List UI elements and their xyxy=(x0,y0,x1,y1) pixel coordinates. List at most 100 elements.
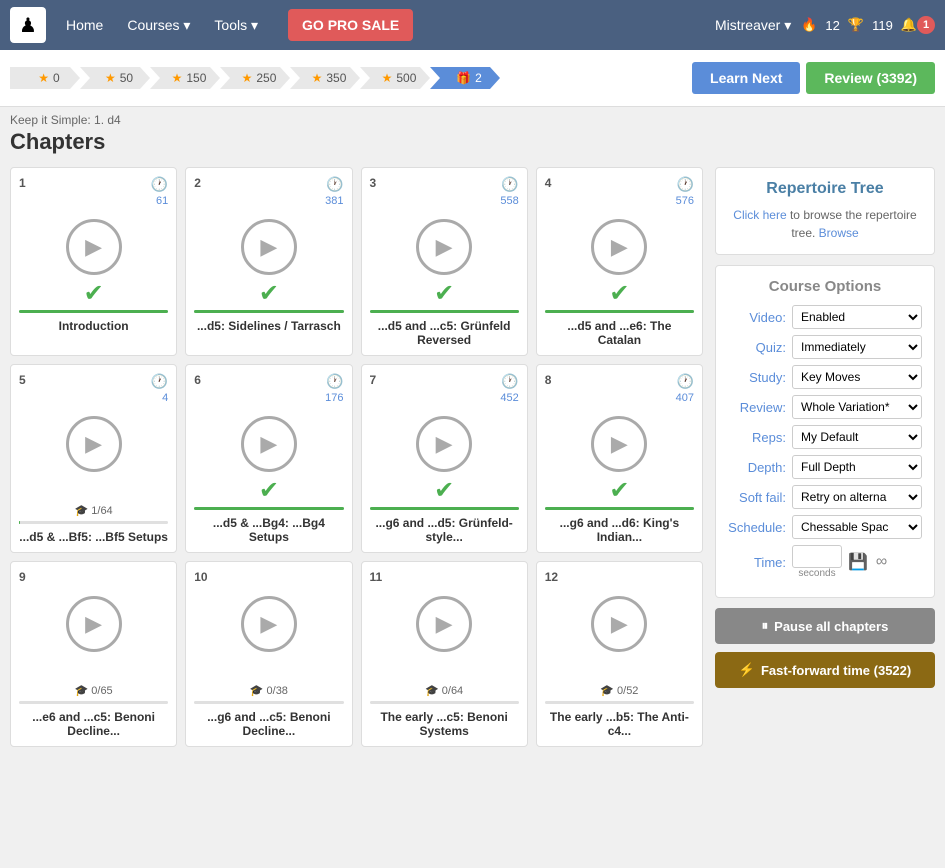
card-title-2: ...d5: Sidelines / Tarrasch xyxy=(197,319,341,333)
chapter-card-11[interactable]: 11 ▶ 🎓 0/64 The early ...c5: Benoni Syst… xyxy=(361,561,528,747)
nav-home[interactable]: Home xyxy=(56,11,113,40)
go-pro-button[interactable]: GO PRO SALE xyxy=(288,9,413,41)
quiz-select[interactable]: Immediately xyxy=(792,335,922,359)
nav-courses[interactable]: Courses ▾ xyxy=(117,11,200,40)
time-infinity-button[interactable]: ∞ xyxy=(874,551,889,573)
checkmark-2: ✔ xyxy=(259,279,279,308)
mortar-icon-11: 🎓 xyxy=(425,684,439,697)
clock-count-7: 452 xyxy=(500,392,518,404)
chapter-card-1[interactable]: 1 🕐61 ▶ ✔ Introduction xyxy=(10,167,177,356)
time-save-button[interactable]: 💾 xyxy=(846,550,870,574)
mortar-icon-10: 🎓 xyxy=(250,684,264,697)
learn-next-button[interactable]: Learn Next xyxy=(692,62,800,94)
soft-fail-label: Soft fail: xyxy=(728,490,786,505)
time-input[interactable]: 60 xyxy=(792,545,842,568)
clock-count-2: 381 xyxy=(325,195,343,207)
play-circle-8: ▶ xyxy=(591,416,647,472)
review-label: Review: xyxy=(728,400,786,415)
progress-bar-6 xyxy=(194,507,343,510)
clock-count-1: 61 xyxy=(156,195,168,207)
rep-tree-click-link[interactable]: Click here xyxy=(733,208,786,222)
card-num-1: 1 xyxy=(19,176,26,207)
ff-btn-label: Fast-forward time (3522) xyxy=(761,663,911,678)
chapter-card-8[interactable]: 8 🕐407 ▶ ✔ ...g6 and ...d6: King's India… xyxy=(536,364,703,553)
play-circle-1: ▶ xyxy=(66,219,122,275)
option-row-review: Review: Whole Variation* xyxy=(728,395,922,419)
depth-select[interactable]: Full Depth xyxy=(792,455,922,479)
logo: ♟ xyxy=(10,7,46,43)
chapter-card-7[interactable]: 7 🕐452 ▶ ✔ ...g6 and ...d5: Grünfeld-sty… xyxy=(361,364,528,553)
card-num-6: 6 xyxy=(194,373,201,404)
step-label-3: 250 xyxy=(256,71,276,85)
option-row-study: Study: Key Moves xyxy=(728,365,922,389)
chapter-card-4[interactable]: 4 🕐576 ▶ ✔ ...d5 and ...e6: The Catalan xyxy=(536,167,703,356)
course-options-title: Course Options xyxy=(728,278,922,295)
card-top-2: 2 🕐381 xyxy=(194,176,343,207)
card-num-10: 10 xyxy=(194,570,207,584)
chapter-card-2[interactable]: 2 🕐381 ▶ ✔ ...d5: Sidelines / Tarrasch xyxy=(185,167,352,356)
card-top-10: 10 xyxy=(194,570,343,584)
review-select[interactable]: Whole Variation* xyxy=(792,395,922,419)
progress-step-2[interactable]: ★150 xyxy=(150,67,220,89)
option-row-video: Video: Enabled xyxy=(728,305,922,329)
play-circle-4: ▶ xyxy=(591,219,647,275)
rep-tree-browse-link[interactable]: Browse xyxy=(819,226,859,240)
notif-badge: 1 xyxy=(917,16,935,34)
clock-count-6: 176 xyxy=(325,392,343,404)
progress-step-0[interactable]: ★0 xyxy=(10,67,80,89)
progress-step-1[interactable]: ★50 xyxy=(80,67,150,89)
schedule-select[interactable]: Chessable Spac xyxy=(792,515,922,539)
chapter-card-3[interactable]: 3 🕐558 ▶ ✔ ...d5 and ...c5: Grünfeld Rev… xyxy=(361,167,528,356)
card-title-7: ...g6 and ...d5: Grünfeld-style... xyxy=(370,516,519,544)
option-row-depth: Depth: Full Depth xyxy=(728,455,922,479)
card-title-1: Introduction xyxy=(59,319,129,333)
card-progress-text-10: 🎓 0/38 xyxy=(250,684,288,697)
time-controls: 60 seconds 💾 ∞ xyxy=(792,545,889,579)
progress-step-gift[interactable]: 🎁2 xyxy=(430,67,500,89)
play-circle-2: ▶ xyxy=(241,219,297,275)
progress-step-3[interactable]: ★250 xyxy=(220,67,290,89)
card-num-8: 8 xyxy=(545,373,552,404)
progress-bar-5 xyxy=(19,521,168,524)
chapter-card-10[interactable]: 10 ▶ 🎓 0/38 ...g6 and ...c5: Benoni Decl… xyxy=(185,561,352,747)
clock-icon-4: 🕐 xyxy=(677,176,694,193)
progress-step-5[interactable]: ★500 xyxy=(360,67,430,89)
breadcrumb: Keep it Simple: 1. d4 xyxy=(10,113,935,127)
user-menu[interactable]: Mistreaver ▾ xyxy=(715,17,791,34)
progress-fill-2 xyxy=(194,310,343,313)
card-top-6: 6 🕐176 xyxy=(194,373,343,404)
clock-count-8: 407 xyxy=(676,392,694,404)
flames-icon: 🔥 xyxy=(801,17,817,33)
option-row-schedule: Schedule: Chessable Spac xyxy=(728,515,922,539)
progress-fill-3 xyxy=(370,310,519,313)
star-icon-3: ★ xyxy=(242,71,253,85)
checkmark-3: ✔ xyxy=(434,279,454,308)
pause-all-button[interactable]: ⏸ Pause all chapters xyxy=(715,608,935,644)
clock-icon-3: 🕐 xyxy=(501,176,518,193)
bell-wrap[interactable]: 🔔 1 xyxy=(901,16,935,34)
soft-fail-select[interactable]: Retry on alterna xyxy=(792,485,922,509)
chapter-card-9[interactable]: 9 ▶ 🎓 0/65 ...e6 and ...c5: Benoni Decli… xyxy=(10,561,177,747)
card-title-11: The early ...c5: Benoni Systems xyxy=(370,710,519,738)
nav-tools[interactable]: Tools ▾ xyxy=(204,11,268,40)
chapter-card-5[interactable]: 5 🕐4 ▶ 🎓 1/64 ...d5 & ...Bf5: ...Bf5 Set… xyxy=(10,364,177,553)
card-title-5: ...d5 & ...Bf5: ...Bf5 Setups xyxy=(19,530,168,544)
chapter-card-6[interactable]: 6 🕐176 ▶ ✔ ...d5 & ...Bg4: ...Bg4 Setups xyxy=(185,364,352,553)
progress-steps: ★0 ★50 ★150 ★250 ★350 ★500 🎁2 xyxy=(10,67,682,89)
clock-count-5: 4 xyxy=(162,392,168,404)
card-clock-2: 🕐 381 xyxy=(325,176,343,207)
study-select[interactable]: Key Moves xyxy=(792,365,922,389)
progress-fill-6 xyxy=(194,507,343,510)
reps-select[interactable]: My Default xyxy=(792,425,922,449)
progress-step-4[interactable]: ★350 xyxy=(290,67,360,89)
card-top-3: 3 🕐558 xyxy=(370,176,519,207)
fast-forward-button[interactable]: ⚡ Fast-forward time (3522) xyxy=(715,652,935,688)
chapter-card-12[interactable]: 12 ▶ 🎓 0/52 The early ...b5: The Anti-c4… xyxy=(536,561,703,747)
clock-icon-8: 🕐 xyxy=(677,373,694,390)
card-num-7: 7 xyxy=(370,373,377,404)
review-button[interactable]: Review (3392) xyxy=(806,62,935,94)
header: ♟ Home Courses ▾ Tools ▾ GO PRO SALE Mis… xyxy=(0,0,945,50)
clock-icon-2: 🕐 xyxy=(326,176,343,193)
star-icon-4: ★ xyxy=(312,71,323,85)
video-select[interactable]: Enabled xyxy=(792,305,922,329)
